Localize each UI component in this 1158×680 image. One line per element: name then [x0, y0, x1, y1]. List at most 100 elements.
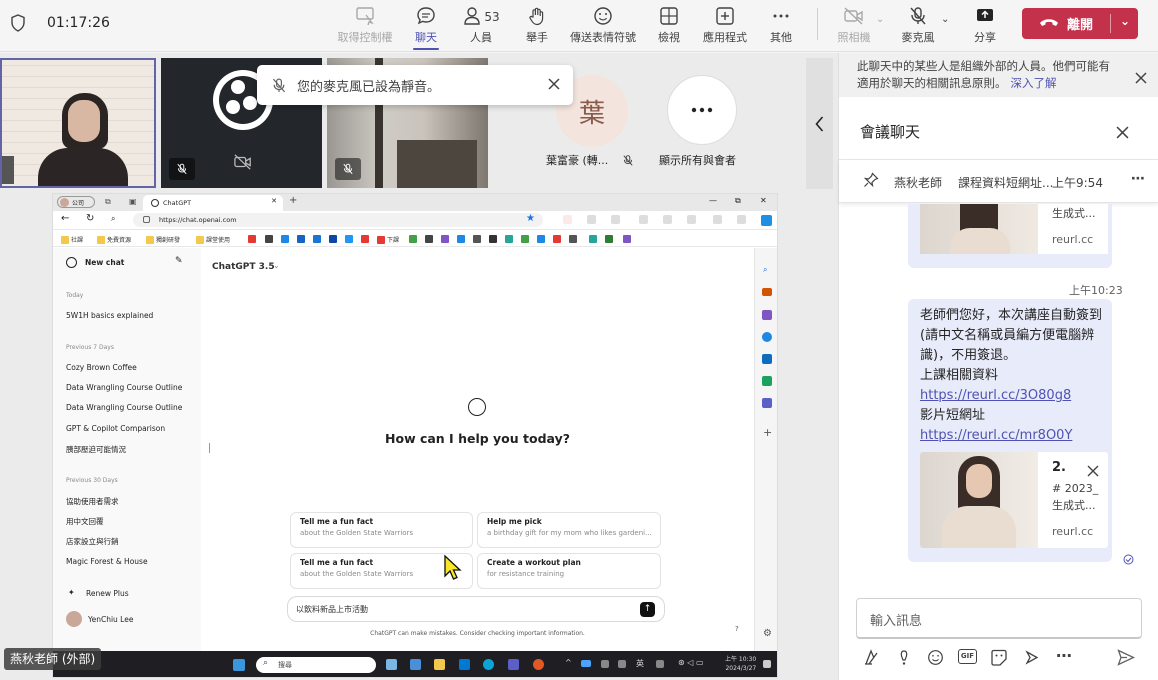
tab-actions-icon[interactable]: ▣: [129, 197, 137, 206]
close-banner-icon[interactable]: [1135, 69, 1147, 88]
message-link[interactable]: https://reurl.cc/3O80g8: [920, 386, 1106, 406]
important-icon[interactable]: [898, 649, 910, 670]
taskview-icon[interactable]: [386, 659, 397, 670]
refresh-icon[interactable]: ↻: [86, 213, 94, 224]
message-link[interactable]: https://reurl.cc/mr8O0Y: [920, 426, 1106, 446]
chat-history-item[interactable]: Magic Forest & House: [66, 557, 148, 566]
take-control-button[interactable]: 取得控制權: [334, 4, 396, 48]
message-bubble[interactable]: 老師們您好，本次講座自動簽到(請中文名稱或員編方便電腦辨識)，不用簽退。 上課相…: [908, 299, 1112, 562]
new-tab-icon[interactable]: +: [289, 195, 297, 206]
notifications-icon[interactable]: [763, 660, 771, 668]
browser-tab-chatgpt[interactable]: ChatGPT ✕: [143, 195, 283, 211]
file-explorer-icon[interactable]: [434, 659, 445, 670]
bookmark-icon[interactable]: [605, 235, 613, 243]
bookmark-folder[interactable]: 社課: [61, 235, 83, 244]
bookmark-icon[interactable]: [345, 235, 353, 243]
chat-history-item[interactable]: 協助使用者需求: [66, 496, 119, 507]
bookmark-icon[interactable]: [537, 235, 545, 243]
edge-icon[interactable]: [483, 659, 494, 670]
bookmark-icon[interactable]: [489, 235, 497, 243]
chat-history-item[interactable]: Data Wrangling Course Outline: [66, 383, 182, 392]
pinned-message[interactable]: 燕秋老師 課程資料短網址... 上午9:54 ⋯: [839, 159, 1158, 203]
send-icon[interactable]: [1117, 649, 1136, 670]
people-button[interactable]: 53 人員: [460, 4, 502, 48]
mic-options-chevron-icon[interactable]: ⌄: [941, 14, 949, 25]
close-chat-icon[interactable]: [1116, 124, 1129, 143]
raise-hand-button[interactable]: 舉手: [522, 4, 552, 48]
back-icon[interactable]: ←: [61, 213, 69, 224]
bookmark-icon[interactable]: [521, 235, 529, 243]
bookmark-icon[interactable]: [297, 235, 305, 243]
favorites-icon[interactable]: [663, 215, 672, 224]
downloads-icon[interactable]: [713, 215, 722, 224]
send-arrow-icon[interactable]: ↑: [640, 602, 655, 617]
chat-history-item[interactable]: 胰部壓迫可能情況: [66, 444, 126, 455]
address-bar[interactable]: https://chat.openai.com ★: [133, 213, 543, 227]
chevron-up-icon[interactable]: ^: [565, 658, 572, 667]
user-name[interactable]: YenChiu Lee: [88, 615, 133, 624]
share-button[interactable]: 分享: [970, 4, 1000, 48]
split-screen-icon[interactable]: [639, 215, 648, 224]
wifi-speaker-battery-icon[interactable]: ⊛ ◁ ▭: [678, 658, 704, 667]
sticker-icon[interactable]: [990, 649, 1008, 670]
link-preview-card[interactable]: 2. # 2023_ 生成式... reurl.cc: [920, 452, 1108, 548]
bookmark-icon[interactable]: [457, 235, 465, 243]
drop-icon[interactable]: [762, 376, 772, 386]
link-preview-card[interactable]: 生成式... reurl.cc: [920, 204, 1108, 254]
teams-taskbar-icon[interactable]: [508, 659, 519, 670]
bookmark-icon[interactable]: [361, 235, 369, 243]
suggestion-card[interactable]: Help me pick a birthday gift for my mom w…: [477, 512, 661, 548]
compose-message-input[interactable]: 輸入訊息: [856, 598, 1142, 639]
format-text-icon[interactable]: [863, 649, 881, 670]
view-button[interactable]: 檢視: [654, 4, 684, 48]
add-sidebar-app-icon[interactable]: +: [763, 426, 772, 439]
bookmark-icon[interactable]: [265, 235, 273, 243]
chatgpt-message-input[interactable]: 以飲料新品上市活動 ↑: [287, 596, 665, 622]
widgets-icon[interactable]: [410, 659, 421, 670]
outlook-icon[interactable]: [762, 354, 772, 364]
remove-preview-icon[interactable]: [1087, 462, 1099, 481]
show-all-participants-button[interactable]: [667, 75, 737, 145]
more-icon[interactable]: ⋯: [1131, 171, 1145, 187]
browser-profile-chip[interactable]: 公司: [57, 196, 95, 208]
chat-history-item[interactable]: GPT & Copilot Comparison: [66, 424, 165, 433]
leave-options-chevron-icon[interactable]: ⌄: [1120, 14, 1130, 28]
tools-icon[interactable]: [762, 310, 772, 320]
chat-history-item[interactable]: 店家設立與行銷: [66, 536, 119, 547]
tray-icon[interactable]: [618, 660, 626, 668]
sidebar-settings-icon[interactable]: ⚙: [763, 628, 772, 639]
search-icon[interactable]: ⌕: [111, 214, 115, 224]
learn-more-link[interactable]: 深入了解: [1011, 76, 1057, 90]
chat-history-item[interactable]: 5W1H basics explained: [66, 311, 153, 320]
camera-options-chevron-icon[interactable]: ⌄: [876, 14, 884, 25]
emoji-icon[interactable]: [927, 649, 944, 670]
bookmark-icon[interactable]: [473, 235, 481, 243]
compose-icon[interactable]: ✎: [175, 256, 183, 266]
bookmark-icon[interactable]: [441, 235, 449, 243]
collapse-gallery-button[interactable]: [806, 58, 833, 189]
search-icon[interactable]: ⌕: [763, 265, 767, 275]
app-icon[interactable]: [533, 659, 544, 670]
tray-icon[interactable]: [601, 660, 609, 668]
bookmark-icon[interactable]: [623, 235, 631, 243]
suggestion-card[interactable]: Tell me a fun fact about the Golden State…: [290, 512, 473, 548]
chat-history-item[interactable]: Data Wrangling Course Outline: [66, 403, 182, 412]
chat-history-item[interactable]: Cozy Brown Coffee: [66, 363, 137, 372]
user-avatar[interactable]: [66, 611, 82, 627]
chat-button[interactable]: 聊天: [409, 4, 443, 50]
chevron-down-icon[interactable]: ⌄: [273, 261, 280, 270]
camera-button[interactable]: 照相機: [836, 4, 872, 48]
extension-icon[interactable]: [563, 215, 572, 224]
onedrive-icon[interactable]: [581, 660, 591, 667]
copilot-icon[interactable]: [761, 215, 772, 226]
taskbar-clock[interactable]: 上午 10:30 2024/3/27: [725, 655, 756, 673]
workspaces-icon[interactable]: ⧉: [105, 197, 111, 207]
close-tab-icon[interactable]: ✕: [271, 197, 277, 205]
more-button[interactable]: 其他: [766, 4, 796, 48]
games-icon[interactable]: [762, 332, 772, 342]
renew-plus-button[interactable]: Renew Plus: [86, 589, 129, 598]
bookmark-icon[interactable]: [313, 235, 321, 243]
help-button[interactable]: ?: [735, 625, 739, 633]
bookmark-link[interactable]: 下課: [377, 235, 399, 244]
teams-icon[interactable]: [762, 398, 772, 408]
